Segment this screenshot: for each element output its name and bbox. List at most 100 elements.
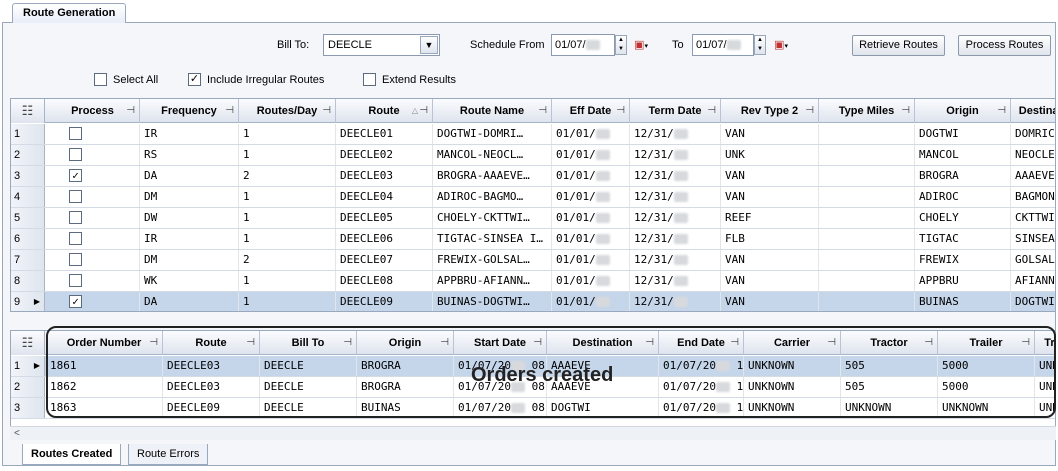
column-chooser-icon[interactable]: ☷	[11, 99, 45, 123]
pin-icon[interactable]: ⊣	[419, 99, 428, 123]
column-header-tractor[interactable]: Tractor ⊣	[841, 331, 938, 355]
column-header-carrier[interactable]: Carrier ⊣	[744, 331, 841, 355]
retrieve-routes-button[interactable]: Retrieve Routes	[852, 35, 945, 56]
order-row[interactable]: 3 1863 DEECLE09 DEECLE BUINAS 01/07/20 08:… DO…	[11, 398, 1055, 419]
cell-carrier: UNKNOWN	[744, 398, 841, 418]
column-header-route[interactable]: Route ⊣	[163, 331, 260, 355]
cell-process[interactable]: ✓	[46, 166, 140, 186]
pin-icon[interactable]: ⊣	[225, 99, 234, 123]
column-header-eff-date[interactable]: Eff Date ⊣	[552, 99, 630, 123]
tab-route-errors[interactable]: Route Errors	[128, 444, 209, 465]
cell-text: FREWIX-GOLSAL…	[437, 253, 530, 266]
column-header-rev-type-2[interactable]: Rev Type 2 ⊣	[721, 99, 819, 123]
cell-process[interactable]	[46, 187, 140, 207]
pin-icon[interactable]: ⊣	[1021, 331, 1030, 355]
cell-tr: UNKN	[1035, 356, 1055, 376]
column-header-trailer[interactable]: Trailer ⊣	[938, 331, 1035, 355]
tab-routes-created[interactable]: Routes Created	[22, 444, 122, 465]
include-irregular-checkbox[interactable]: ✓	[188, 73, 201, 86]
process-checkbox[interactable]: ✓	[69, 295, 82, 308]
pin-icon[interactable]: ⊣	[246, 331, 255, 355]
column-header-tr[interactable]: Tr⊣	[1035, 331, 1055, 355]
pin-icon[interactable]: ⊣	[901, 99, 910, 123]
column-header-bill-to[interactable]: Bill To ⊣	[260, 331, 357, 355]
route-row[interactable]: 3 ✓ DA 2 DEECLE03 BROGRA-AAAEVE… 01/01/12/31/V…	[11, 166, 1055, 187]
extend-results-checkbox[interactable]	[363, 73, 376, 86]
process-checkbox[interactable]	[69, 190, 82, 203]
cell-process[interactable]: ✓	[46, 292, 140, 311]
pin-icon[interactable]: ⊣	[343, 331, 352, 355]
chevron-down-icon[interactable]: ▼	[420, 36, 438, 54]
cell-process[interactable]	[46, 208, 140, 228]
pin-icon[interactable]: ⊣	[533, 331, 542, 355]
column-header-term-date[interactable]: Term Date ⊣	[630, 99, 721, 123]
pin-icon[interactable]: ⊣	[707, 99, 716, 123]
pin-icon[interactable]: ⊣	[538, 99, 547, 123]
pin-icon[interactable]: ⊣	[730, 331, 739, 355]
process-checkbox[interactable]: ✓	[69, 169, 82, 182]
column-header-destination[interactable]: Destination ⊣	[547, 331, 659, 355]
pin-icon[interactable]: ⊣	[997, 99, 1006, 123]
route-row[interactable]: 7 DM 2 DEECLE07 FREWIX-GOLSAL… 01/01/12/31/VA…	[11, 250, 1055, 271]
pin-icon[interactable]: ⊣	[645, 331, 654, 355]
process-routes-button[interactable]: Process Routes	[958, 35, 1051, 56]
column-header-origin[interactable]: Origin ⊣	[357, 331, 454, 355]
select-all-checkbox[interactable]	[94, 73, 107, 86]
pin-icon[interactable]: ⊣	[616, 99, 625, 123]
route-row[interactable]: 5 DW 1 DEECLE05 CHOELY-CKTTWI… 01/01/12/31/RE…	[11, 208, 1055, 229]
column-chooser-icon[interactable]: ☷	[11, 331, 45, 355]
horizontal-scrollbar[interactable]: <	[10, 426, 1056, 440]
calendar-icon[interactable]: ▣▾	[630, 35, 652, 55]
pin-icon[interactable]: ⊣	[1051, 331, 1055, 355]
process-checkbox[interactable]	[69, 127, 82, 140]
cell-process[interactable]	[46, 229, 140, 249]
column-header-route-name[interactable]: Route Name ⊣	[433, 99, 552, 123]
column-header-process[interactable]: Process ⊣	[46, 99, 140, 123]
cell-route: DEECLE02	[336, 145, 433, 165]
cell-process[interactable]	[46, 124, 140, 144]
column-header-order-number[interactable]: Order Number ⊣	[46, 331, 163, 355]
pin-icon[interactable]: ⊣	[827, 331, 836, 355]
pin-icon[interactable]: ⊣	[440, 331, 449, 355]
schedule-from-spinner[interactable]: ▲ ▼	[615, 35, 627, 55]
column-header-route[interactable]: Route △ ⊣	[336, 99, 433, 123]
calendar-icon[interactable]: ▣▾	[770, 35, 792, 55]
chevron-left-icon[interactable]: <	[14, 427, 20, 440]
column-header-label: Start Date	[474, 337, 526, 349]
process-checkbox[interactable]	[69, 232, 82, 245]
route-row[interactable]: 9 ▶ ✓ DA 1 DEECLE09 BUINAS-DOGTWI… 01/01/12/31/…	[11, 292, 1055, 311]
route-row[interactable]: 4 DM 1 DEECLE04 ADIROC-BAGMO… 01/01/12/31/VAN…	[11, 187, 1055, 208]
to-date-spinner[interactable]: ▲ ▼	[754, 35, 766, 55]
to-date-input[interactable]: 01/07/	[692, 34, 754, 56]
column-header-label: Tractor	[870, 337, 908, 349]
pin-icon[interactable]: ⊣	[322, 99, 331, 123]
cell-process[interactable]	[46, 145, 140, 165]
route-row[interactable]: 6 IR 1 DEECLE06 TIGTAC-SINSEA I… 01/01/12/31/…	[11, 229, 1055, 250]
schedule-from-input[interactable]: 01/07/	[551, 34, 615, 56]
cell-process[interactable]	[46, 271, 140, 291]
column-header-start-date[interactable]: Start Date ⊣	[454, 331, 547, 355]
process-checkbox[interactable]	[69, 148, 82, 161]
route-row[interactable]: 8 WK 1 DEECLE08 APPBRU-AFIANN… 01/01/12/31/VA…	[11, 271, 1055, 292]
column-header-type-miles[interactable]: Type Miles ⊣	[819, 99, 915, 123]
tab-route-generation[interactable]: Route Generation	[12, 3, 127, 23]
column-header-end-date[interactable]: End Date ⊣	[659, 331, 744, 355]
process-checkbox[interactable]	[69, 211, 82, 224]
route-row[interactable]: 2 RS 1 DEECLE02 MANCOL-NEOCL… 01/01/12/31/UNK…	[11, 145, 1055, 166]
process-checkbox[interactable]	[69, 274, 82, 287]
column-header-routes-day[interactable]: Routes/Day ⊣	[239, 99, 336, 123]
column-header-frequency[interactable]: Frequency ⊣	[140, 99, 239, 123]
process-checkbox[interactable]	[69, 253, 82, 266]
pin-icon[interactable]: ⊣	[924, 331, 933, 355]
pin-icon[interactable]: ⊣	[149, 331, 158, 355]
cell-process[interactable]	[46, 250, 140, 270]
column-header-origin[interactable]: Origin ⊣	[915, 99, 1011, 123]
cell-text: 505	[845, 380, 865, 393]
row-number-label: 3	[14, 170, 21, 182]
pin-icon[interactable]: ⊣	[805, 99, 814, 123]
column-header-destinat[interactable]: Destinat⊣	[1011, 99, 1055, 123]
bill-to-combo[interactable]: DEECLE ▼	[323, 34, 440, 56]
cell-text: 12/31/	[634, 295, 674, 308]
pin-icon[interactable]: ⊣	[126, 99, 135, 123]
route-row[interactable]: 1 IR 1 DEECLE01 DOGTWI-DOMRI… 01/01/12/31/VAN…	[11, 124, 1055, 145]
